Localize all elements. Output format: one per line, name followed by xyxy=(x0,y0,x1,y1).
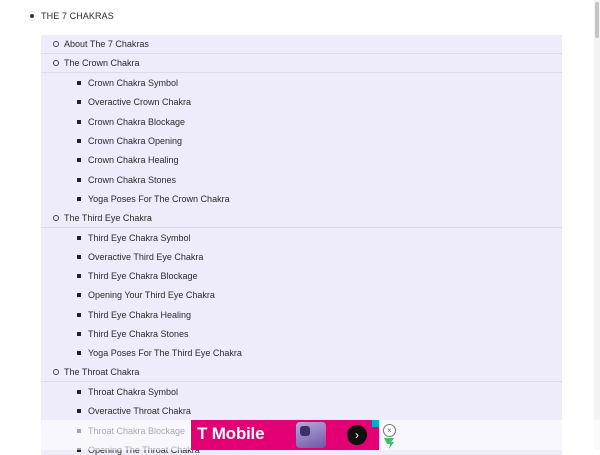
phone-image xyxy=(296,422,326,448)
submenu-subitem[interactable]: Yoga Poses For The Third Eye Chakra xyxy=(41,344,562,363)
square-bullet-icon xyxy=(77,81,81,86)
submenu: About The 7 Chakras The Crown Chakra Crown… xyxy=(41,35,562,455)
item-label: Third Eye Chakra Healing xyxy=(88,309,192,320)
item-label: Throat Chakra Symbol xyxy=(88,386,179,397)
square-bullet-icon xyxy=(77,235,81,240)
square-bullet-icon xyxy=(77,158,81,163)
square-bullet-icon xyxy=(77,293,81,298)
submenu-subitem[interactable]: Third Eye Chakra Blockage xyxy=(41,267,562,286)
circle-bullet-icon xyxy=(53,369,59,376)
item-label: The Crown Chakra xyxy=(64,58,140,69)
circle-bullet-icon xyxy=(53,41,59,47)
submenu-subitem[interactable]: Crown Chakra Stones xyxy=(41,170,562,189)
submenu-subitem[interactable]: Crown Chakra Blockage xyxy=(41,112,562,131)
item-label: Overactive Crown Chakra xyxy=(88,97,192,108)
page: THE 7 CHAKRAS About The 7 Chakras The Cro… xyxy=(0,0,600,455)
square-bullet-icon xyxy=(77,139,81,143)
item-label: Yoga Poses For The Crown Chakra xyxy=(88,193,230,204)
square-bullet-icon xyxy=(77,177,81,182)
submenu-subitem[interactable]: Overactive Crown Chakra xyxy=(41,93,562,112)
item-label: Opening Your Third Eye Chakra xyxy=(88,290,215,301)
square-bullet-icon xyxy=(77,119,81,124)
square-bullet-icon xyxy=(77,254,81,259)
item-label: Crown Chakra Opening xyxy=(88,136,183,146)
submenu-subitem[interactable]: Opening Your Third Eye Chakra xyxy=(41,286,562,305)
item-label: Crown Chakra Stones xyxy=(88,174,177,185)
bullet-icon xyxy=(30,14,34,18)
scrollbar[interactable] xyxy=(594,0,600,450)
menu-item-the-7-chakras[interactable]: THE 7 CHAKRAS xyxy=(30,9,114,23)
item-label: The Third Eye Chakra xyxy=(64,212,152,223)
item-label: Yoga Poses For The Third Eye Chakra xyxy=(88,348,242,359)
circle-bullet-icon xyxy=(53,214,59,221)
item-label: Third Eye Chakra Blockage xyxy=(88,271,198,282)
item-label: The Throat Chakra xyxy=(64,367,140,378)
submenu-subitem[interactable]: Overactive Throat Chakra xyxy=(41,402,562,421)
square-bullet-icon xyxy=(77,351,81,356)
ad-brand-text: T Mobile xyxy=(197,424,265,443)
submenu-item[interactable]: The Throat Chakra xyxy=(41,363,562,383)
submenu-subitem[interactable]: Third Eye Chakra Healing xyxy=(41,305,562,324)
submenu-item[interactable]: About The 7 Chakras xyxy=(41,35,562,54)
chevron-right-icon[interactable]: › xyxy=(347,425,367,445)
square-bullet-icon xyxy=(77,274,81,279)
item-label: Third Eye Chakra Stones xyxy=(88,329,189,339)
item-label: About The 7 Chakras xyxy=(64,39,149,49)
ad-logo-icon xyxy=(384,438,394,449)
ad-banner[interactable]: T Mobile › xyxy=(191,420,379,450)
square-bullet-icon xyxy=(77,196,81,201)
close-icon[interactable]: × xyxy=(383,424,396,437)
submenu-subitem[interactable]: Throat Chakra Symbol xyxy=(41,382,562,401)
ad-info-icon[interactable] xyxy=(372,420,379,427)
menu-item-label: THE 7 CHAKRAS xyxy=(41,11,114,21)
item-label: Crown Chakra Healing xyxy=(88,155,179,166)
submenu-subitem[interactable]: Yoga Poses For The Crown Chakra xyxy=(41,189,562,208)
submenu-subitem[interactable]: Crown Chakra Symbol xyxy=(41,74,562,93)
item-label: Crown Chakra Symbol xyxy=(88,78,179,89)
circle-bullet-icon xyxy=(53,60,59,67)
submenu-subitem[interactable]: Overactive Third Eye Chakra xyxy=(41,247,562,266)
square-bullet-icon xyxy=(77,409,81,414)
item-label: Overactive Throat Chakra xyxy=(88,406,191,417)
submenu-subitem[interactable]: Third Eye Chakra Stones xyxy=(41,325,562,344)
submenu-item[interactable]: The Crown Chakra xyxy=(41,54,562,74)
square-bullet-icon xyxy=(77,389,81,394)
square-bullet-icon xyxy=(77,312,81,317)
submenu-subitem[interactable]: Crown Chakra Healing xyxy=(41,151,562,170)
square-bullet-icon xyxy=(77,332,81,336)
item-label: Crown Chakra Blockage xyxy=(88,116,186,127)
submenu-subitem[interactable]: Crown Chakra Opening xyxy=(41,132,562,151)
square-bullet-icon xyxy=(77,100,81,105)
item-label: Third Eye Chakra Symbol xyxy=(88,232,191,243)
submenu-subitem[interactable]: Third Eye Chakra Symbol xyxy=(41,228,562,247)
submenu-item[interactable]: The Third Eye Chakra xyxy=(41,209,562,228)
scrollbar-thumb[interactable] xyxy=(595,2,599,38)
item-label: Overactive Third Eye Chakra xyxy=(88,251,204,262)
